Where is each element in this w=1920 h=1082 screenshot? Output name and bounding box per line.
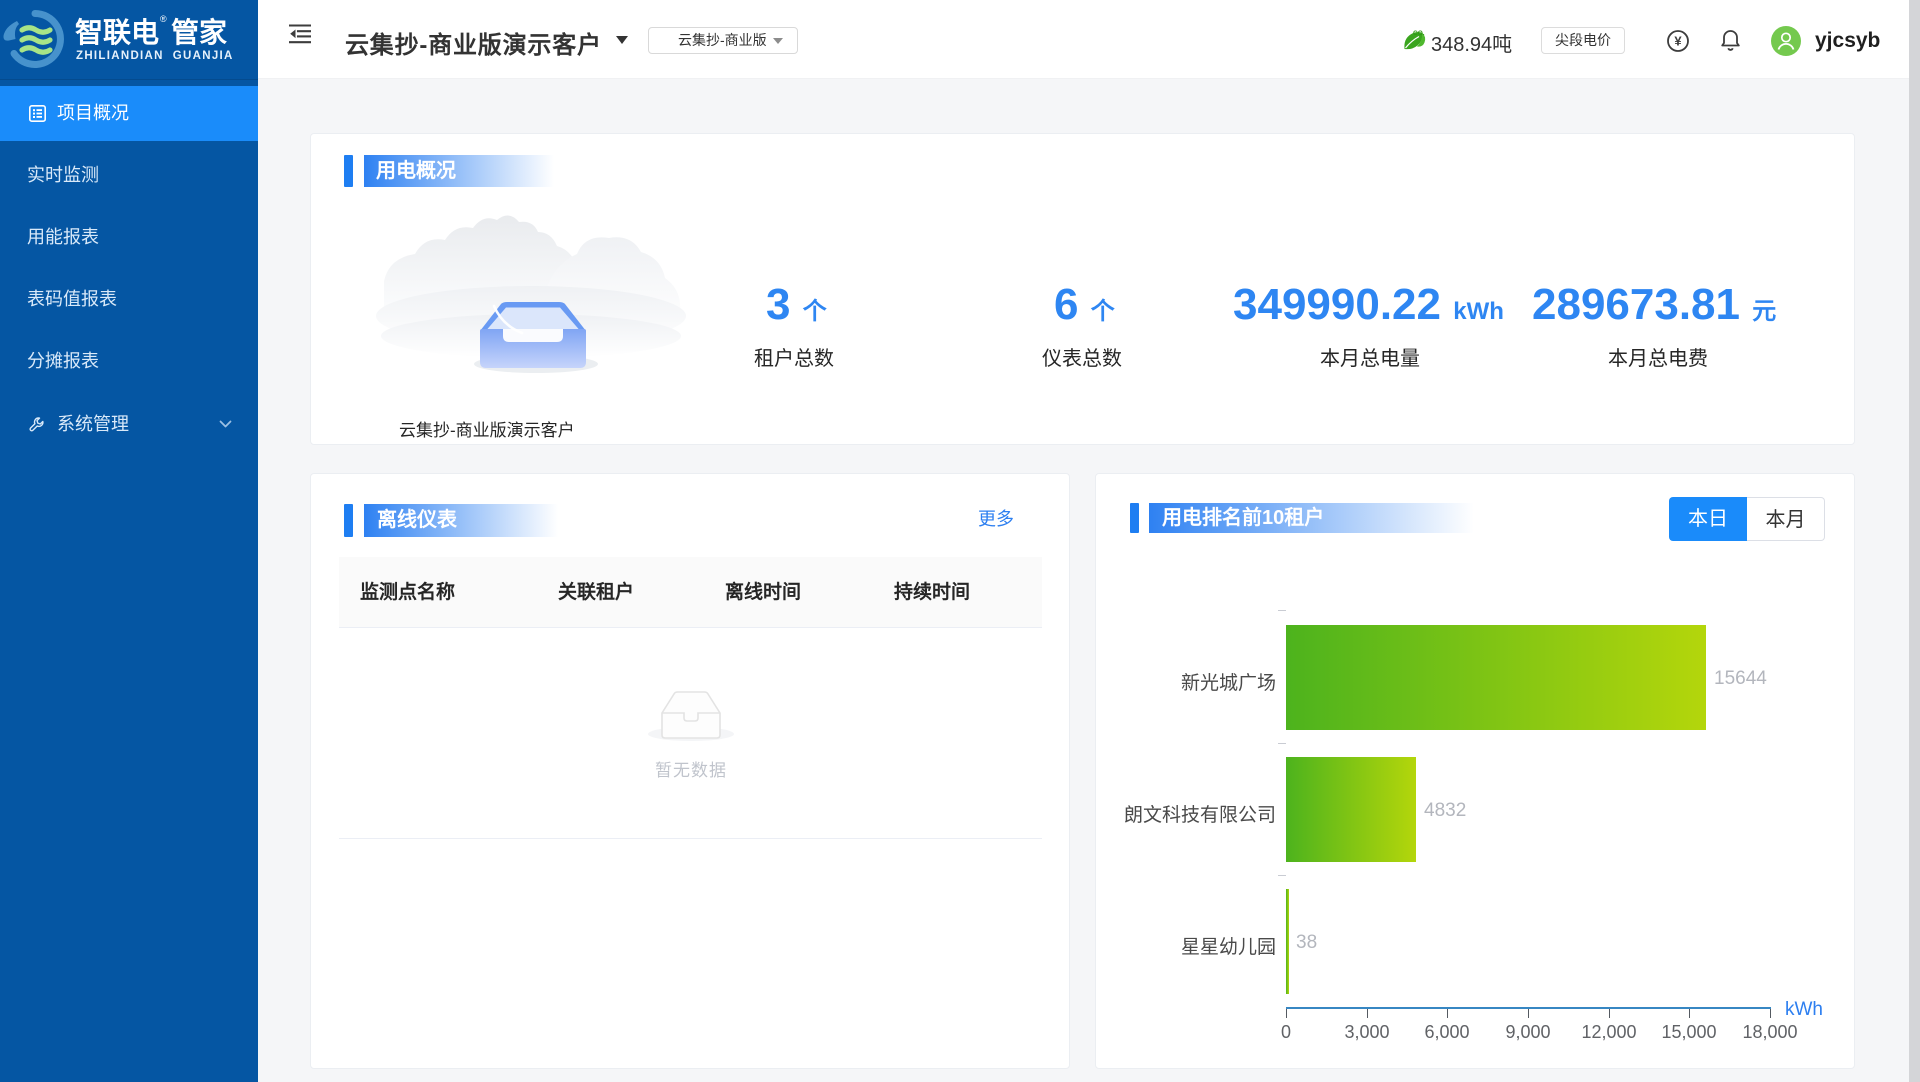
- svg-text:ZHILIANDIAN GUANJIA: ZHILIANDIAN GUANJIA: [76, 50, 234, 62]
- svg-text:¥: ¥: [1674, 34, 1682, 49]
- svg-text:智联电: 智联电: [75, 17, 159, 48]
- svg-text:CO.: CO.: [1413, 30, 1425, 37]
- svg-text:®: ®: [160, 14, 167, 24]
- svg-text:管家: 管家: [171, 16, 227, 48]
